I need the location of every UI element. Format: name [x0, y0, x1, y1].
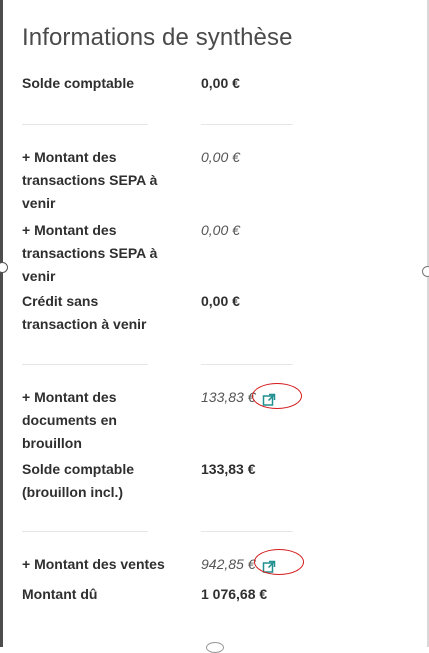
- separator: [22, 364, 148, 365]
- annotation-circle: [252, 383, 302, 409]
- row-value: 1 076,68 €: [201, 586, 268, 602]
- row-label: + Montant des transactions SEPA à venir: [22, 149, 158, 211]
- row-value: 0,00 €: [201, 75, 240, 91]
- resize-handle-right[interactable]: [422, 266, 429, 277]
- row-value: 0,00 €: [201, 149, 240, 165]
- resize-handle-bottom[interactable]: [206, 642, 224, 653]
- separator: [201, 531, 293, 532]
- panel-title: Informations de synthèse: [22, 24, 293, 51]
- row-value: 0,00 €: [201, 222, 240, 238]
- separator: [201, 364, 293, 365]
- row-label: + Montant des documents en brouillon: [22, 389, 117, 451]
- row-value: 133,83 €: [201, 461, 256, 477]
- separator: [201, 124, 293, 125]
- panel-left-border: [0, 0, 3, 647]
- row-label: + Montant des transactions SEPA à venir: [22, 222, 158, 284]
- row-label: Crédit sans transaction à venir: [22, 293, 147, 332]
- row-value-text: 942,85 €: [201, 556, 256, 572]
- separator: [22, 124, 148, 125]
- row-label: Montant dû: [22, 586, 98, 602]
- row-label: Solde comptable (brouillon incl.): [22, 461, 135, 500]
- row-label: + Montant des ventes: [22, 556, 165, 572]
- separator: [22, 531, 148, 532]
- resize-handle-left[interactable]: [0, 262, 8, 273]
- annotation-circle: [254, 549, 304, 575]
- row-value: 0,00 €: [201, 293, 240, 309]
- row-value-text: 133,83 €: [201, 389, 256, 405]
- row-label: Solde comptable: [22, 75, 135, 91]
